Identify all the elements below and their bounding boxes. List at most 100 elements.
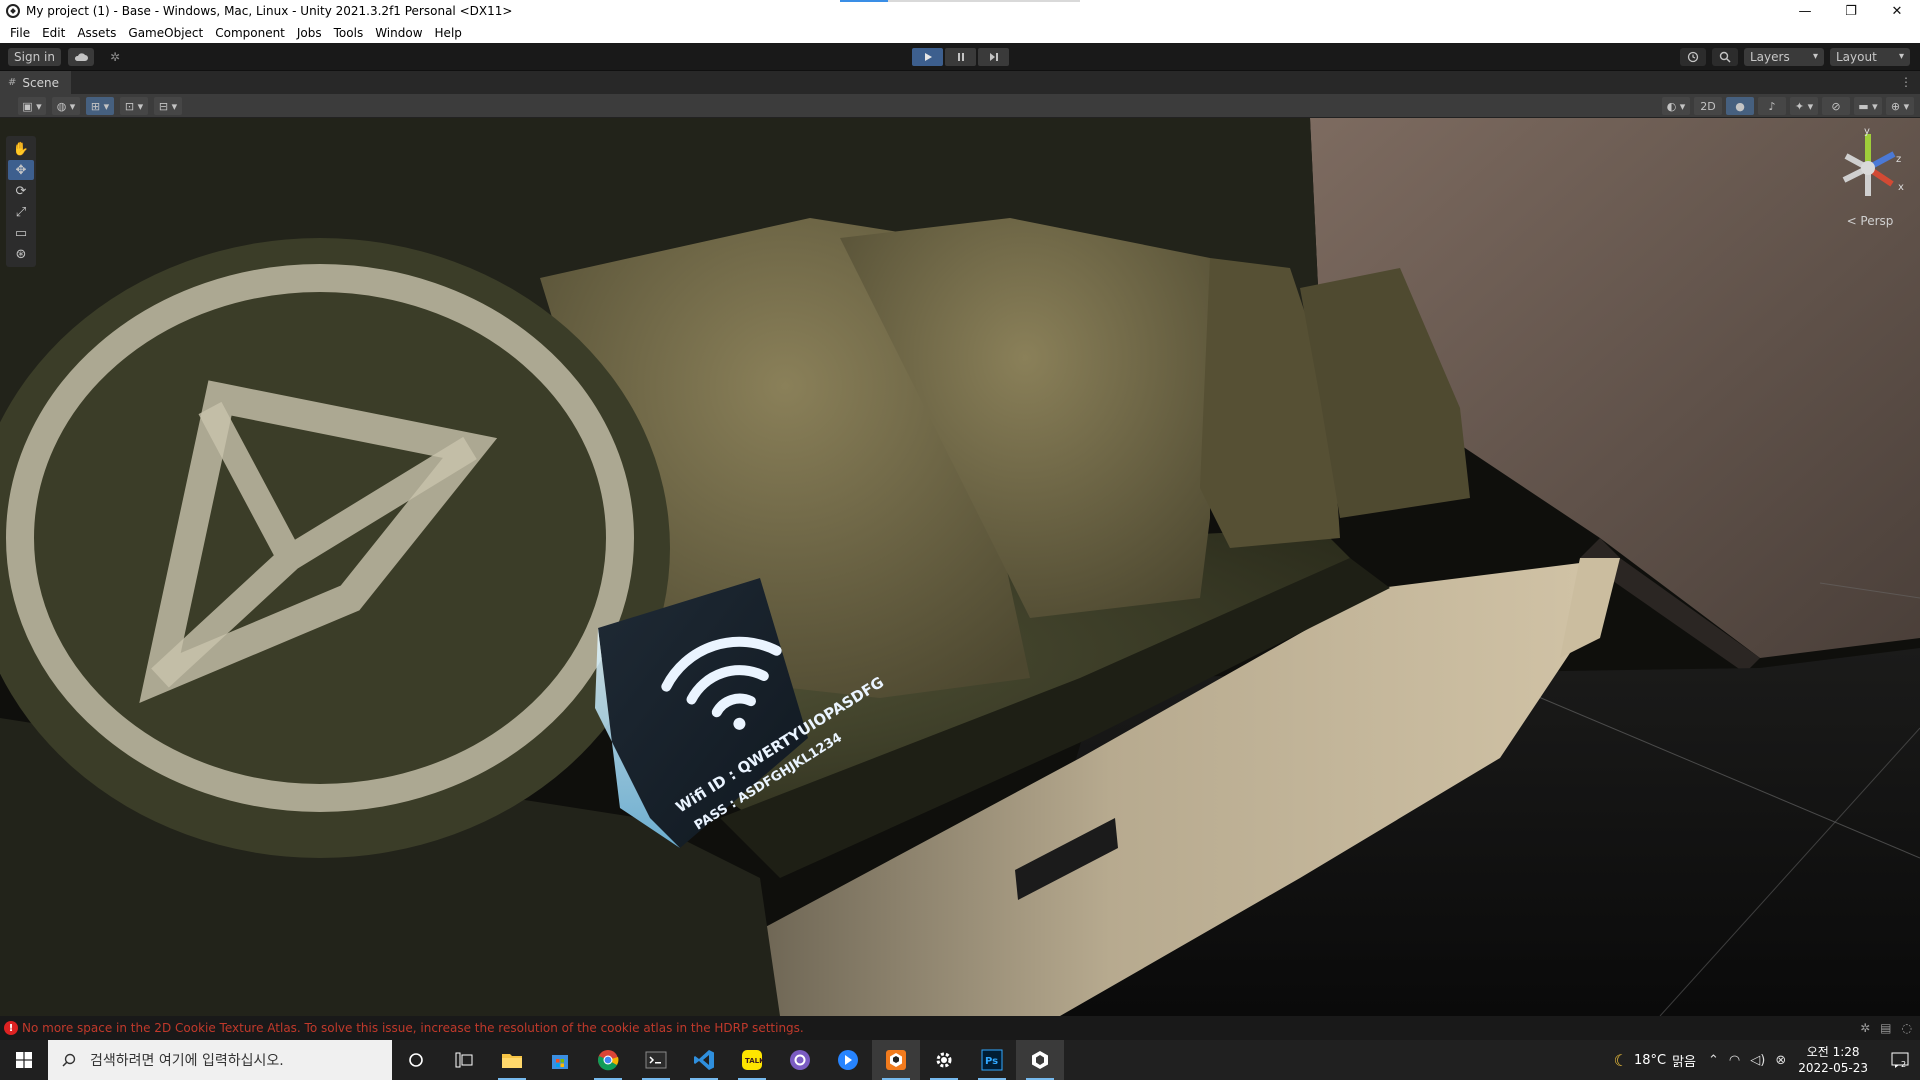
gizmos-dropdown[interactable]: ⊕ ▾: [1886, 97, 1914, 115]
sign-in-button[interactable]: Sign in: [8, 48, 61, 66]
transform-tool-icon[interactable]: ⊛: [8, 244, 34, 264]
rect-tool-icon[interactable]: ▭: [8, 223, 34, 243]
taskbar-search[interactable]: 검색하려면 여기에 입력하십시오.: [48, 1040, 392, 1080]
vscode-icon[interactable]: [680, 1040, 728, 1080]
status-bar: ! No more space in the 2D Cookie Texture…: [0, 1016, 1920, 1040]
render-mode-dropdown[interactable]: ◍ ▾: [52, 97, 80, 115]
main-toolbar: Sign in ✲ Layers Layout: [0, 43, 1920, 71]
file-explorer-icon[interactable]: [488, 1040, 536, 1080]
axis-x-label: x: [1898, 182, 1904, 193]
scene-render: Wifi ID : QWERTYUIOPASDFG PASS : ASDFGHJ…: [0, 118, 1920, 1016]
playback-controls: [912, 48, 1009, 66]
chevron-up-icon[interactable]: ⌃: [1708, 1053, 1719, 1068]
moon-icon: ☾: [1613, 1050, 1628, 1070]
scene-viewport[interactable]: Wifi ID : QWERTYUIOPASDFG PASS : ASDFGHJ…: [0, 118, 1920, 1016]
menu-assets[interactable]: Assets: [71, 26, 122, 40]
system-tray: ☾ 18°C 맑음 ⌃ ◠ ◁) ⊗ 오전 1:28 2022-05-23 2: [1614, 1040, 1920, 1080]
sourcetree-icon[interactable]: [824, 1040, 872, 1080]
toggle-2d-button[interactable]: 2D: [1694, 97, 1722, 115]
camera-mode-label[interactable]: < Persp: [1824, 214, 1916, 228]
layout-dropdown[interactable]: Layout: [1830, 48, 1910, 66]
unity-icon[interactable]: [1016, 1040, 1064, 1080]
close-button[interactable]: ✕: [1874, 0, 1920, 22]
scene-view-toolbar: ▣ ▾ ◍ ▾ ⊞ ▾ ⊡ ▾ ⊟ ▾ ◐ ▾ 2D ● ♪ ✦ ▾ ⊘ ▬ ▾…: [0, 94, 1920, 118]
cortana-icon[interactable]: [392, 1040, 440, 1080]
menu-bar: File Edit Assets GameObject Component Jo…: [0, 22, 1920, 43]
search-button[interactable]: [1712, 48, 1738, 66]
play-icon: [924, 53, 932, 61]
tray-icons: ⌃ ◠ ◁) ⊗: [1708, 1053, 1786, 1068]
lighting-toggle-icon[interactable]: ●: [1726, 97, 1754, 115]
app-tray-icon[interactable]: ⊗: [1775, 1053, 1786, 1068]
volume-icon[interactable]: ◁): [1750, 1053, 1765, 1068]
play-button[interactable]: [912, 48, 943, 66]
rotate-tool-icon[interactable]: ⟳: [8, 181, 34, 201]
menu-tools[interactable]: Tools: [328, 26, 370, 40]
tool-palette: ✋ ✥ ⟳ ⤢ ▭ ⊛: [6, 136, 36, 267]
settings-icon[interactable]: [920, 1040, 968, 1080]
grid-snap-dropdown[interactable]: ⊞ ▾: [86, 97, 114, 115]
layers-dropdown[interactable]: Layers: [1744, 48, 1824, 66]
github-icon[interactable]: [776, 1040, 824, 1080]
scale-tool-icon[interactable]: ⤢: [8, 202, 34, 222]
collab-icon[interactable]: ✲: [104, 48, 126, 66]
pause-button[interactable]: [945, 48, 976, 66]
step-icon: [989, 53, 998, 61]
axis-gizmo-icon: y z x: [1842, 126, 1904, 196]
menu-jobs[interactable]: Jobs: [291, 26, 328, 40]
audio-toggle-icon[interactable]: ♪: [1758, 97, 1786, 115]
search-icon: [62, 1053, 76, 1067]
menu-edit[interactable]: Edit: [36, 26, 71, 40]
step-button[interactable]: [978, 48, 1009, 66]
network-icon[interactable]: ◠: [1729, 1053, 1740, 1068]
effects-dropdown[interactable]: ✦ ▾: [1790, 97, 1818, 115]
shading-mode-dropdown[interactable]: ◐ ▾: [1662, 97, 1690, 115]
undo-history-button[interactable]: [1680, 48, 1706, 66]
notification-center-icon[interactable]: 2: [1880, 1040, 1920, 1080]
progress-icon[interactable]: ◌: [1902, 1021, 1912, 1035]
restore-button[interactable]: ❐: [1828, 0, 1874, 22]
bug-icon[interactable]: ✲: [1860, 1021, 1870, 1035]
chrome-icon[interactable]: [584, 1040, 632, 1080]
menu-file[interactable]: File: [4, 26, 36, 40]
more-options-icon[interactable]: ⋮: [1900, 75, 1912, 89]
visibility-toggle-icon[interactable]: ⊘: [1822, 97, 1850, 115]
weather-widget[interactable]: ☾ 18°C 맑음: [1614, 1051, 1696, 1070]
notification-count: 2: [1901, 1060, 1906, 1069]
title-progress-strip: [840, 0, 1080, 2]
grid-dropdown[interactable]: ⊡ ▾: [120, 97, 148, 115]
move-tool-icon[interactable]: ✥: [8, 160, 34, 180]
tab-scene[interactable]: # Scene: [0, 71, 71, 94]
scene-toolbar-left: ▣ ▾ ◍ ▾ ⊞ ▾ ⊡ ▾ ⊟ ▾: [18, 97, 182, 115]
svg-text:Ps: Ps: [985, 1056, 998, 1067]
menu-gameobject[interactable]: GameObject: [122, 26, 209, 40]
cache-icon[interactable]: ▤: [1880, 1021, 1891, 1035]
photoshop-icon[interactable]: Ps: [968, 1040, 1016, 1080]
error-icon: !: [4, 1021, 18, 1035]
unity-logo-icon: [6, 4, 20, 18]
console-error-message[interactable]: No more space in the 2D Cookie Texture A…: [22, 1021, 804, 1035]
clock-date: 2022-05-23: [1798, 1061, 1868, 1075]
camera-dropdown[interactable]: ▬ ▾: [1854, 97, 1882, 115]
weather-temp: 18°C: [1633, 1052, 1667, 1068]
windows-logo-icon: [16, 1052, 32, 1068]
increment-snap-dropdown[interactable]: ⊟ ▾: [154, 97, 182, 115]
kakaotalk-icon[interactable]: TALK: [728, 1040, 776, 1080]
orientation-gizmo[interactable]: y z x < Persp: [1824, 124, 1916, 228]
menu-component[interactable]: Component: [209, 26, 291, 40]
status-right-icons: ✲ ▤ ◌: [1860, 1021, 1912, 1035]
store-icon[interactable]: [536, 1040, 584, 1080]
axis-z-label: z: [1896, 154, 1901, 165]
draw-mode-dropdown[interactable]: ▣ ▾: [18, 97, 46, 115]
cloud-button[interactable]: [68, 48, 94, 66]
menu-window[interactable]: Window: [369, 26, 428, 40]
minimize-button[interactable]: —: [1782, 0, 1828, 22]
system-clock[interactable]: 오전 1:28 2022-05-23: [1798, 1044, 1868, 1076]
start-button[interactable]: [0, 1040, 48, 1080]
terminal-icon[interactable]: [632, 1040, 680, 1080]
hand-tool-icon[interactable]: ✋: [8, 139, 34, 159]
task-view-icon[interactable]: [440, 1040, 488, 1080]
unity-hub-icon[interactable]: [872, 1040, 920, 1080]
scene-grid-icon: #: [8, 77, 17, 88]
menu-help[interactable]: Help: [429, 26, 468, 40]
